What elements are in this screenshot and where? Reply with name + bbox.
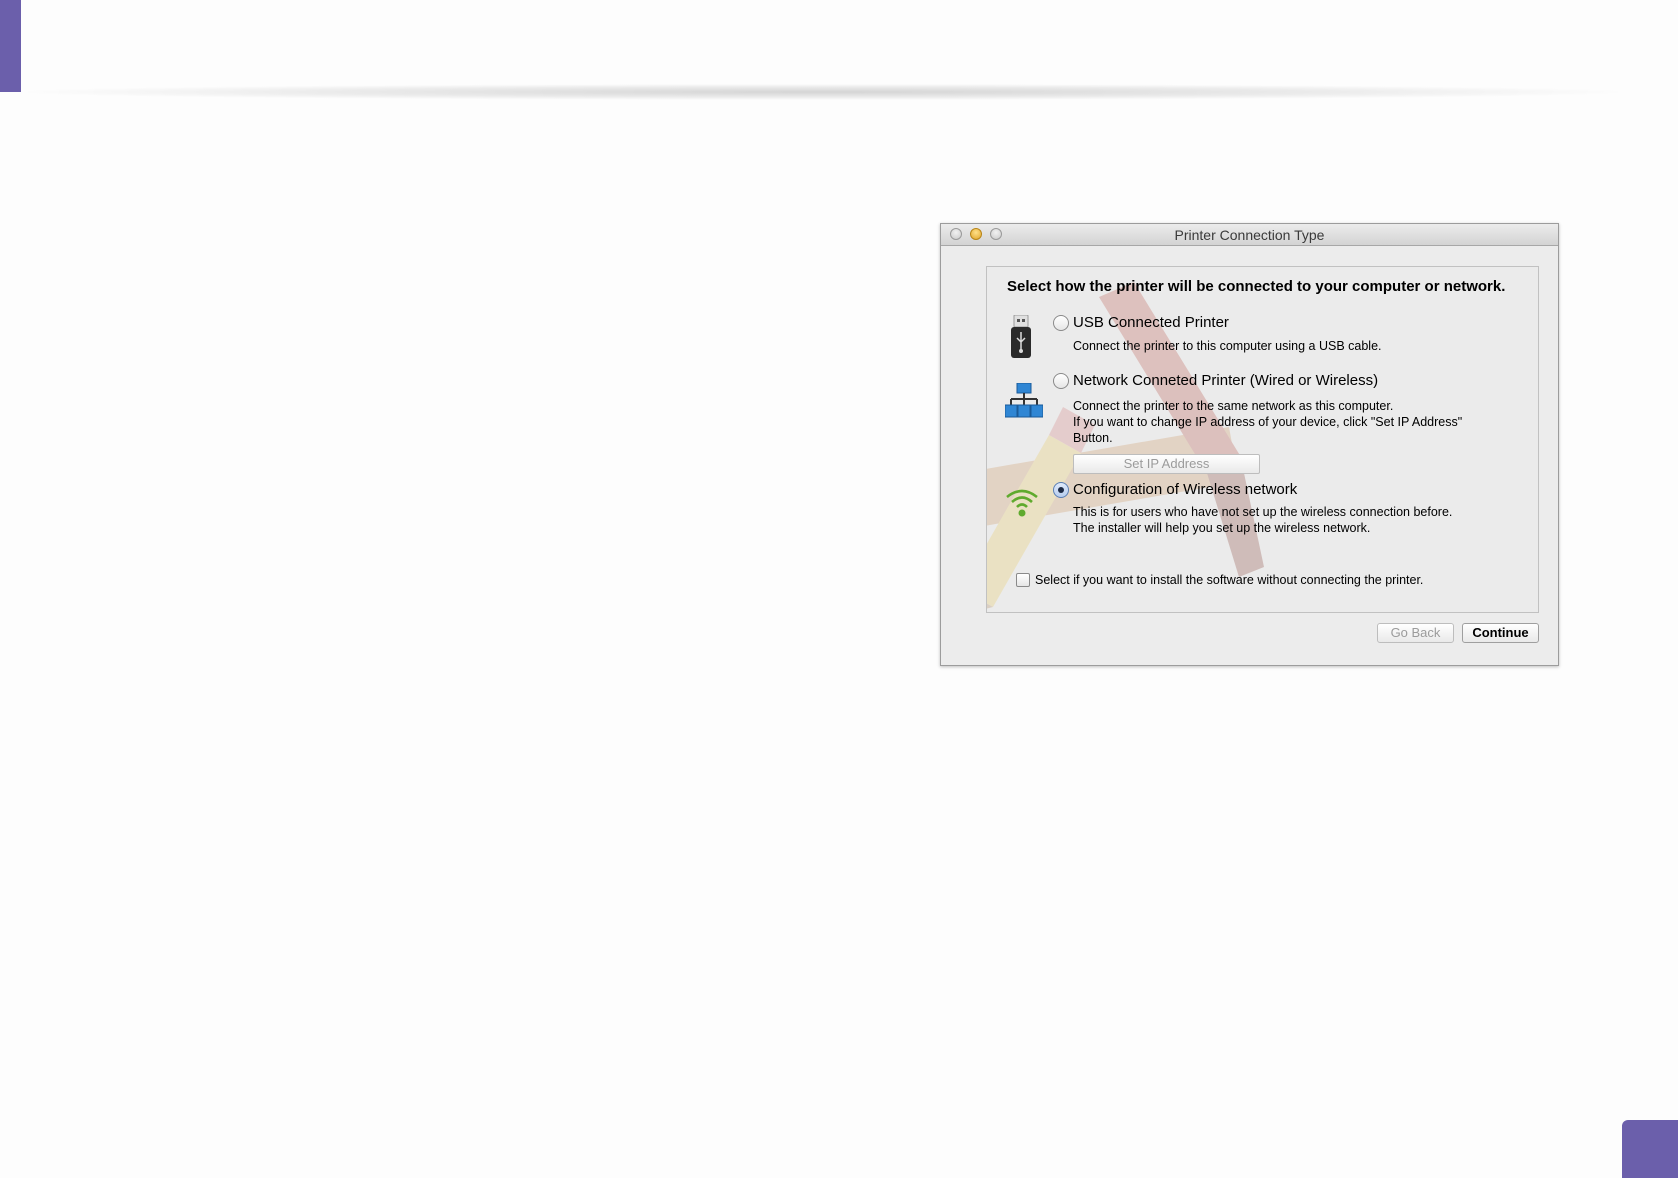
network-option-description-3: Button. bbox=[1073, 431, 1113, 445]
usb-radio[interactable] bbox=[1053, 315, 1069, 331]
wireless-option-description-2: The installer will help you set up the w… bbox=[1073, 521, 1371, 535]
connection-options-panel: Select how the printer will be connected… bbox=[986, 266, 1539, 613]
panel-heading: Select how the printer will be connected… bbox=[1007, 278, 1506, 295]
installer-watermark-icon bbox=[987, 282, 1264, 609]
chapter-tab bbox=[0, 0, 21, 92]
title-bar[interactable]: Printer Connection Type bbox=[941, 224, 1558, 246]
set-ip-address-button[interactable]: Set IP Address bbox=[1073, 454, 1260, 474]
radio-selected-dot bbox=[1058, 487, 1064, 493]
page-number-badge bbox=[1622, 1120, 1678, 1178]
wireless-radio[interactable] bbox=[1053, 482, 1069, 498]
continue-button[interactable]: Continue bbox=[1462, 623, 1539, 643]
network-icon bbox=[1005, 383, 1043, 418]
usb-icon bbox=[1011, 315, 1031, 358]
usb-option-label[interactable]: USB Connected Printer bbox=[1073, 314, 1229, 331]
install-without-connecting-label[interactable]: Select if you want to install the softwa… bbox=[1035, 573, 1423, 587]
go-back-button[interactable]: Go Back bbox=[1377, 623, 1454, 643]
wireless-option-label[interactable]: Configuration of Wireless network bbox=[1073, 481, 1297, 498]
install-without-connecting-checkbox[interactable] bbox=[1016, 573, 1030, 587]
wireless-option-description-1: This is for users who have not set up th… bbox=[1073, 505, 1453, 519]
network-option-label[interactable]: Network Conneted Printer (Wired or Wirel… bbox=[1073, 372, 1378, 389]
network-option-description-1: Connect the printer to the same network … bbox=[1073, 399, 1394, 413]
network-option-description-2: If you want to change IP address of your… bbox=[1073, 415, 1463, 429]
network-radio[interactable] bbox=[1053, 373, 1069, 389]
printer-connection-dialog: Printer Connection Type Select how the p… bbox=[940, 223, 1559, 666]
header-divider bbox=[28, 84, 1618, 100]
window-title: Printer Connection Type bbox=[1174, 227, 1325, 243]
usb-option-description: Connect the printer to this computer usi… bbox=[1073, 339, 1382, 353]
wifi-icon bbox=[1006, 489, 1038, 517]
